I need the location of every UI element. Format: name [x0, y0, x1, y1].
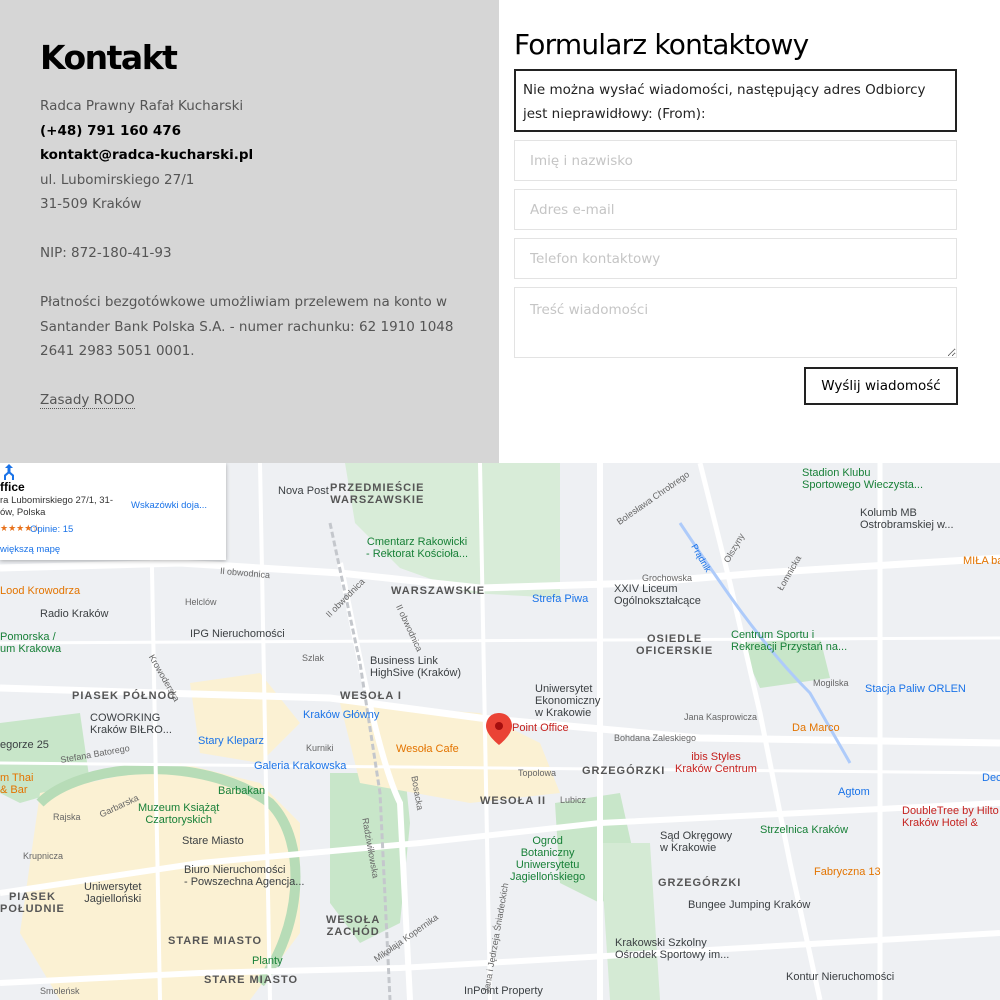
map-label-warszawskie: WARSZAWSKIE	[391, 585, 486, 597]
map-label-coworking[interactable]: COWORKING Kraków BIŁRO...	[90, 712, 172, 736]
city-address: 31-509 Kraków	[40, 196, 142, 212]
map-label-stare-miasto: STARE MIASTO	[168, 935, 263, 947]
map-label-uniwersytet-ek[interactable]: Uniwersytet Ekonomiczny w Krakowie	[535, 683, 600, 719]
map-label-point-office[interactable]: Point Office	[512, 722, 569, 734]
map-label-piasek-poludnie: PIASEK POŁUDNIE	[0, 891, 65, 915]
map-label-biuro[interactable]: Biuro Nieruchomości - Powszechna Agencja…	[184, 864, 304, 888]
enlarge-map-link[interactable]: większą mapę	[0, 544, 60, 555]
map-label-ogrod[interactable]: Ogród Botaniczny Uniwersytetu Jagiellońs…	[510, 835, 585, 883]
street-rajska: Rajska	[53, 812, 81, 822]
map-label-uniwersytet-jag[interactable]: Uniwersytet Jagielloński	[84, 881, 141, 905]
name-input[interactable]	[514, 140, 957, 181]
map-label-dec[interactable]: Dec	[982, 772, 1000, 784]
directions-icon[interactable]	[0, 463, 18, 481]
map-label-centrum-sportu[interactable]: Centrum Sportu i Rekreacji Przystań na..…	[731, 629, 847, 653]
map-label-galeria[interactable]: Galeria Krakowska	[254, 760, 346, 772]
map-label-wesola-i: WESOŁA I	[340, 690, 402, 702]
map-label-pomorska[interactable]: Pomorska / um Krakowa	[0, 631, 61, 655]
map-label-kolumb[interactable]: Kolumb MB Ostrobramskiej w...	[860, 507, 954, 531]
google-map[interactable]: Nova Post PRZEDMIEŚCIE WARSZAWSKIE Cment…	[0, 463, 1000, 1000]
map-label-stadion[interactable]: Stadion Klubu Sportowego Wieczysta...	[802, 467, 923, 491]
map-label-muzeum[interactable]: Muzeum Książąt Czartoryskich	[138, 802, 219, 826]
phone-number[interactable]: (+48) 791 160 476	[40, 119, 480, 144]
street-szlak: Szlak	[302, 653, 325, 663]
form-title: Formularz kontaktowy	[514, 28, 809, 61]
kleparz-area	[190, 673, 300, 763]
contact-panel: Kontakt Radca Prawny Rafał Kucharski (+4…	[0, 0, 499, 463]
contact-info: Radca Prawny Rafał Kucharski (+48) 791 1…	[40, 94, 480, 413]
park-strip	[600, 843, 660, 1000]
map-label-kontur[interactable]: Kontur Nieruchomości	[786, 971, 894, 983]
street-kasprowicza: Jana Kasprowicza	[684, 712, 758, 722]
map-label-osiedle: OSIEDLE OFICERSKIE	[636, 633, 714, 657]
map-label-business-link[interactable]: Business Link HighSive (Kraków)	[370, 655, 461, 679]
map-label-ipg[interactable]: IPG Nieruchomości	[190, 628, 285, 640]
street-grochowska: Grochowska	[642, 573, 693, 583]
map-label-wesola-zachod: WESOŁA ZACHÓD	[326, 914, 381, 938]
road-minor-1	[0, 636, 1000, 645]
map-label-stary-kleparz[interactable]: Stary Kleparz	[198, 735, 264, 747]
map-label-lood[interactable]: Lood Krowodrza	[0, 585, 80, 597]
rodo-link[interactable]: Zasady RODO	[40, 392, 135, 409]
map-label-ibis[interactable]: ibis Styles Kraków Centrum	[675, 751, 757, 775]
street-krupnicza: Krupnicza	[23, 851, 64, 861]
map-label-bungee[interactable]: Bungee Jumping Kraków	[688, 899, 810, 911]
map-label-agtom[interactable]: Agtom	[838, 786, 870, 798]
map-label-wesola-ii: WESOŁA II	[480, 795, 547, 807]
map-label-egorze25[interactable]: egorze 25	[0, 739, 49, 751]
map-label-radio[interactable]: Radio Kraków	[40, 608, 108, 620]
map-label-strzelnica[interactable]: Strzelnica Kraków	[760, 824, 848, 836]
place-address: ra Lubomirskiego 27/1, 31- ów, Polska	[0, 495, 114, 518]
map-label-liceum[interactable]: XXIV Liceum Ogólnokształcące	[614, 583, 701, 607]
lawyer-name: Radca Prawny Rafał Kucharski	[40, 98, 244, 114]
street-address: ul. Lubomirskiego 27/1	[40, 171, 195, 188]
street-smolensk: Smoleńsk	[40, 986, 80, 996]
map-label-orlen[interactable]: Stacja Paliw ORLEN	[865, 683, 966, 695]
map-label-przedmiescie: PRZEDMIEŚCIE WARSZAWSKIE	[330, 482, 425, 506]
map-label-thai[interactable]: m Thai & Bar	[0, 772, 33, 796]
phone-input[interactable]	[514, 238, 957, 279]
map-label-barbakan[interactable]: Barbakan	[218, 785, 265, 797]
street-kurniki: Kurniki	[306, 743, 334, 753]
map-label-nova-post[interactable]: Nova Post	[278, 485, 329, 497]
map-label-mila[interactable]: MIŁA ba	[963, 555, 1000, 567]
email-address[interactable]: kontakt@radca-kucharski.pl	[40, 143, 480, 168]
payment-info: Płatności bezgotówkowe umożliwiam przele…	[40, 294, 454, 359]
map-label-doubletree[interactable]: DoubleTree by Hilto Kraków Hotel &	[902, 805, 999, 829]
map-label-grzegorzki-top: GRZEGÓRZKI	[582, 765, 666, 777]
street-zaleskiego: Bohdana Zaleskiego	[614, 733, 697, 743]
place-info-card: ffice ra Lubomirskiego 27/1, 31- ów, Pol…	[0, 463, 226, 560]
map-label-fabryczna[interactable]: Fabryczna 13	[814, 866, 881, 878]
nip-number: NIP: 872-180-41-93	[40, 245, 172, 261]
submit-button[interactable]: Wyślij wiadomość	[804, 367, 958, 405]
street-mogilska: Mogilska	[813, 678, 849, 688]
reviews-link[interactable]: Opinie: 15	[30, 524, 73, 535]
map-label-grzegorzki: GRZEGÓRZKI	[658, 877, 742, 889]
map-label-da-marco[interactable]: Da Marco	[792, 722, 840, 734]
message-textarea[interactable]	[514, 287, 957, 358]
map-label-stare-miasto-pin[interactable]: Stare Miasto	[182, 835, 244, 847]
map-label-inpoint[interactable]: InPoint Property	[464, 985, 543, 997]
map-label-sad[interactable]: Sąd Okręgowy w Krakowie	[660, 830, 732, 854]
map-label-stare-miasto-2: STARE MIASTO	[204, 974, 299, 986]
street-topolowa: Topolowa	[518, 768, 557, 778]
street-lubicz: Lubicz	[560, 795, 587, 805]
map-label-krakow-glowny[interactable]: Kraków Główny	[303, 709, 379, 721]
directions-link[interactable]: Wskazówki doja...	[131, 500, 207, 511]
email-input[interactable]	[514, 189, 957, 230]
contact-form-panel: Formularz kontaktowy Nie można wysłać wi…	[499, 0, 1000, 463]
map-label-planty[interactable]: Planty	[252, 955, 283, 967]
map-label-wesola-cafe[interactable]: Wesoła Cafe	[396, 743, 459, 755]
error-message: Nie można wysłać wiadomości, następujący…	[514, 69, 957, 132]
page-title: Kontakt	[40, 38, 178, 77]
street-helclow: Helclów	[185, 597, 217, 607]
map-label-piasek-polnoc: PIASEK PÓŁNOC	[72, 690, 177, 702]
map-label-cmentarz[interactable]: Cmentarz Rakowicki - Rektorat Kościoła..…	[366, 536, 468, 560]
place-title: ffice	[0, 480, 25, 494]
map-label-krakowski-szkolny[interactable]: Krakowski Szkolny Ośrodek Sportowy im...	[615, 937, 729, 961]
map-label-strefa-piwa[interactable]: Strefa Piwa	[532, 593, 588, 605]
